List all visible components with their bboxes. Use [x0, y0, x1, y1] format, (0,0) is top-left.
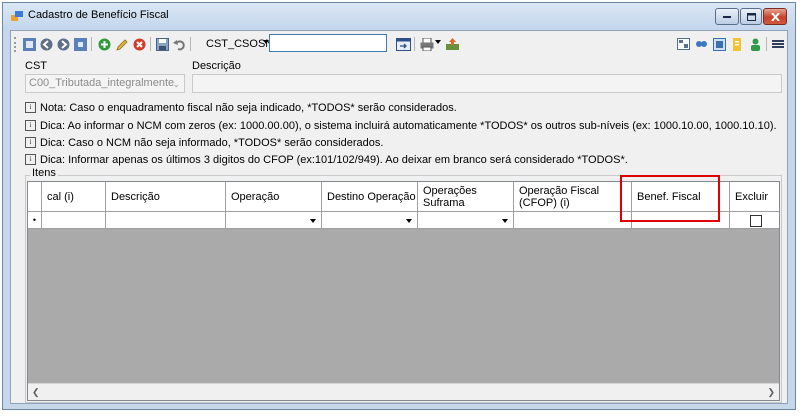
horizontal-scrollbar[interactable]: ❮ ❯ [28, 383, 779, 400]
cell-operacoes-suframa[interactable] [418, 212, 514, 229]
last-record-icon[interactable] [72, 36, 88, 52]
toolbar-separator [190, 37, 191, 51]
filter-icon[interactable] [693, 36, 709, 52]
delete-icon[interactable] [131, 36, 147, 52]
next-icon[interactable] [55, 36, 71, 52]
layout-icon[interactable] [675, 36, 691, 52]
tip-line: i Dica: Caso o NCM não seja informado, *T… [25, 136, 383, 149]
print-dropdown-icon[interactable] [435, 40, 441, 44]
toolbar-separator [91, 37, 92, 51]
toolbar-separator [766, 37, 767, 51]
note-text: Nota: Caso o enquadramento fiscal não se… [40, 101, 457, 114]
cell-descricao[interactable] [106, 212, 226, 229]
column-header-operacoes-suframa[interactable]: Operações Suframa [418, 182, 514, 212]
items-group-title: Itens [30, 167, 58, 179]
app-icon [11, 11, 23, 21]
info-icon: i [25, 102, 36, 113]
descricao-field[interactable] [192, 74, 782, 93]
cell-cal[interactable] [42, 212, 106, 229]
tip-line: i Dica: Informar apenas os últimos 3 digi… [25, 153, 628, 166]
cell-operacao-fiscal[interactable] [514, 212, 632, 229]
tip-line: i Dica: Ao informar o NCM com zeros (ex: … [25, 119, 777, 132]
export-icon[interactable] [444, 36, 460, 52]
menu-icon[interactable] [770, 36, 786, 52]
cell-excluir[interactable] [730, 212, 779, 229]
undo-icon[interactable] [171, 36, 187, 52]
excluir-checkbox[interactable] [750, 215, 762, 227]
column-header-descricao[interactable]: Descrição [106, 182, 226, 212]
close-button[interactable] [763, 8, 787, 25]
bookmark-icon[interactable] [729, 36, 745, 52]
minimize-icon [723, 15, 731, 18]
print-icon[interactable] [419, 36, 435, 52]
tip-text: Dica: Ao informar o NCM com zeros (ex: 1… [40, 119, 777, 132]
info-icon: i [25, 120, 36, 131]
new-record-icon[interactable] [21, 36, 37, 52]
scroll-right-icon[interactable]: ❯ [767, 387, 775, 398]
previous-icon[interactable] [38, 36, 54, 52]
title-bar: Cadastro de Benefício Fiscal [3, 3, 795, 29]
new-row-marker: • [28, 212, 42, 229]
refresh-icon[interactable] [711, 36, 727, 52]
highlight-box [620, 175, 720, 222]
close-icon [770, 12, 780, 21]
maximize-button[interactable] [740, 8, 762, 25]
cst-combobox[interactable]: C00_Tributada_integralmente ⌄ [25, 74, 185, 93]
column-header-excluir[interactable]: Excluir [730, 182, 779, 212]
window-title: Cadastro de Benefício Fiscal [28, 9, 169, 21]
user-icon[interactable] [747, 36, 763, 52]
chevron-down-icon[interactable]: ⌄ [172, 79, 180, 90]
column-header-destino-operacao[interactable]: Destino Operação [322, 182, 418, 212]
cell-operacao[interactable] [226, 212, 322, 229]
add-icon[interactable] [96, 36, 112, 52]
cell-destino-operacao[interactable] [322, 212, 418, 229]
descricao-label: Descrição [192, 60, 241, 72]
toolbar-separator [414, 37, 415, 51]
search-icon[interactable] [395, 36, 411, 52]
cst-csosn-input[interactable] [269, 34, 387, 52]
toolbar: CST_CSOSN [11, 31, 787, 57]
column-header-operacao-fiscal[interactable]: Operação Fiscal (CFOP) (i) [514, 182, 632, 212]
column-header-cal[interactable]: cal (i) [42, 182, 106, 212]
column-header-operacao[interactable]: Operação [226, 182, 322, 212]
tip-text: Dica: Informar apenas os últimos 3 digit… [40, 153, 628, 166]
row-header-corner [28, 182, 42, 212]
info-icon: i [25, 137, 36, 148]
toolbar-separator [150, 37, 151, 51]
minimize-button[interactable] [715, 8, 739, 25]
scroll-left-icon[interactable]: ❮ [32, 387, 40, 398]
maximize-icon [746, 12, 756, 21]
cst-label: CST [25, 60, 47, 72]
chevron-down-icon[interactable] [310, 219, 316, 223]
edit-icon[interactable] [114, 36, 130, 52]
save-icon[interactable] [154, 36, 170, 52]
tip-text: Dica: Caso o NCM não seja informado, *TO… [40, 136, 384, 149]
cst-combobox-value: C00_Tributada_integralmente [29, 77, 175, 89]
info-icon: i [25, 154, 36, 165]
toolbar-grip [14, 37, 18, 52]
chevron-down-icon[interactable] [406, 219, 412, 223]
chevron-down-icon[interactable] [502, 219, 508, 223]
note-line: i Nota: Caso o enquadramento fiscal não s… [25, 101, 457, 114]
